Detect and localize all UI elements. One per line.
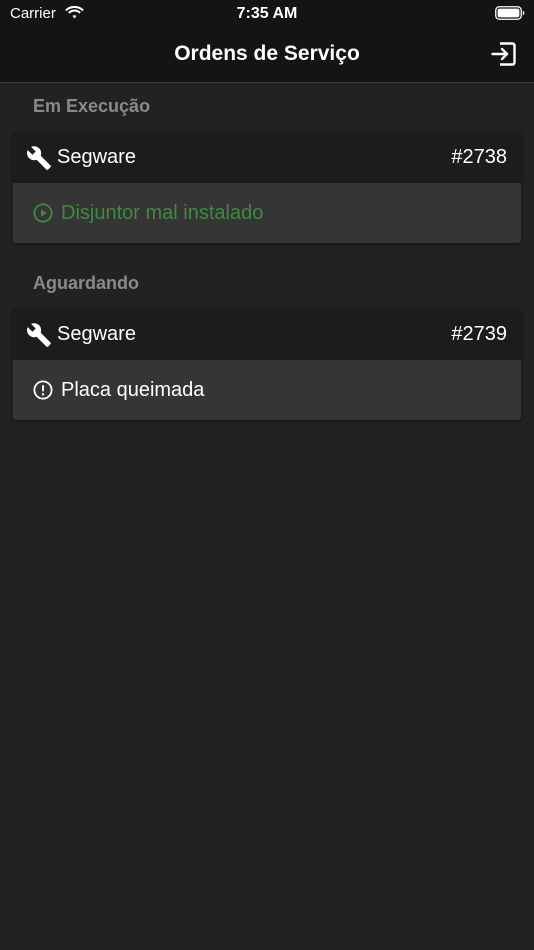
client-name: Segware (57, 323, 136, 345)
wrench-icon (27, 323, 51, 347)
order-card-2739[interactable]: Segware #2739 Placa queimada (13, 309, 521, 420)
order-card-2738[interactable]: Segware #2738 Disjuntor mal instalado (13, 132, 521, 243)
battery-icon (495, 6, 525, 20)
play-circle-icon (33, 203, 53, 223)
status-bar: Carrier 7:35 AM (0, 0, 534, 28)
page-title: Ordens de Serviço (174, 42, 360, 65)
section-header-aguardando: Aguardando (33, 273, 139, 293)
logout-icon[interactable] (490, 40, 518, 68)
order-number: #2738 (451, 146, 507, 168)
order-card-body: Placa queimada (13, 360, 521, 420)
wrench-icon (27, 146, 51, 170)
order-description: Disjuntor mal instalado (61, 202, 264, 224)
order-card-body: Disjuntor mal instalado (13, 183, 521, 243)
status-time: 7:35 AM (236, 5, 298, 22)
navigation-bar: Ordens de Serviço (0, 28, 534, 83)
alert-circle-icon (33, 380, 53, 400)
order-description: Placa queimada (61, 379, 205, 401)
section-header-em-execucao: Em Execução (33, 96, 151, 116)
client-name: Segware (57, 146, 136, 168)
order-number: #2739 (451, 323, 507, 345)
order-card-header: Segware #2738 (13, 132, 521, 183)
order-card-header: Segware #2739 (13, 309, 521, 360)
